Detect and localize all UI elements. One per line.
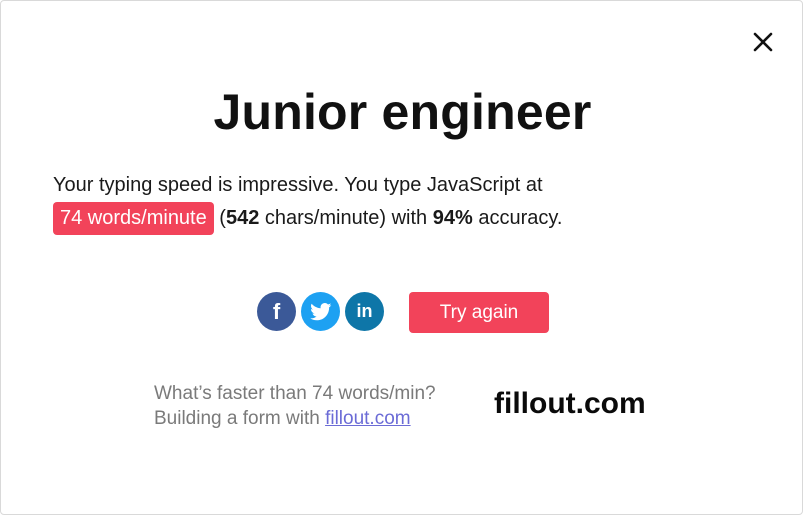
chars-value: 542 — [225, 207, 260, 229]
open-paren: ( — [213, 207, 226, 229]
linkedin-icon: in — [356, 301, 373, 321]
fillout-logo[interactable]: fillout.com — [494, 387, 646, 421]
promo-text: What’s faster than 74 words/min? Buildin… — [154, 381, 484, 431]
promo-line-2-prefix: Building a form with — [154, 408, 326, 429]
result-text: Your typing speed is impressive. You typ… — [53, 169, 753, 235]
share-buttons: f in — [257, 292, 384, 331]
wpm-badge: 74 words/minute — [53, 202, 214, 235]
try-again-button[interactable]: Try again — [409, 292, 549, 333]
chars-suffix: chars/minute) with — [259, 207, 433, 229]
facebook-icon: f — [272, 298, 281, 324]
facebook-share-button[interactable]: f — [257, 292, 296, 331]
promo-line-1: What’s faster than 74 words/min? — [154, 383, 436, 404]
result-title: Junior engineer — [213, 84, 592, 140]
promo-line-2: Building a form with fillout.com — [154, 406, 484, 431]
accuracy-suffix: accuracy. — [472, 207, 563, 229]
result-intro: Your typing speed is impressive. You typ… — [53, 174, 543, 196]
close-icon — [753, 32, 773, 52]
fillout-link[interactable]: fillout.com — [325, 408, 411, 429]
accuracy-value: 94% — [432, 207, 473, 229]
linkedin-share-button[interactable]: in — [345, 292, 384, 331]
result-modal: Junior engineer Your typing speed is imp… — [0, 0, 803, 515]
close-button[interactable] — [750, 29, 776, 55]
result-stats: 74 words/minute (542 chars/minute) with … — [53, 202, 753, 235]
twitter-share-button[interactable] — [301, 292, 340, 331]
twitter-icon — [309, 302, 331, 320]
